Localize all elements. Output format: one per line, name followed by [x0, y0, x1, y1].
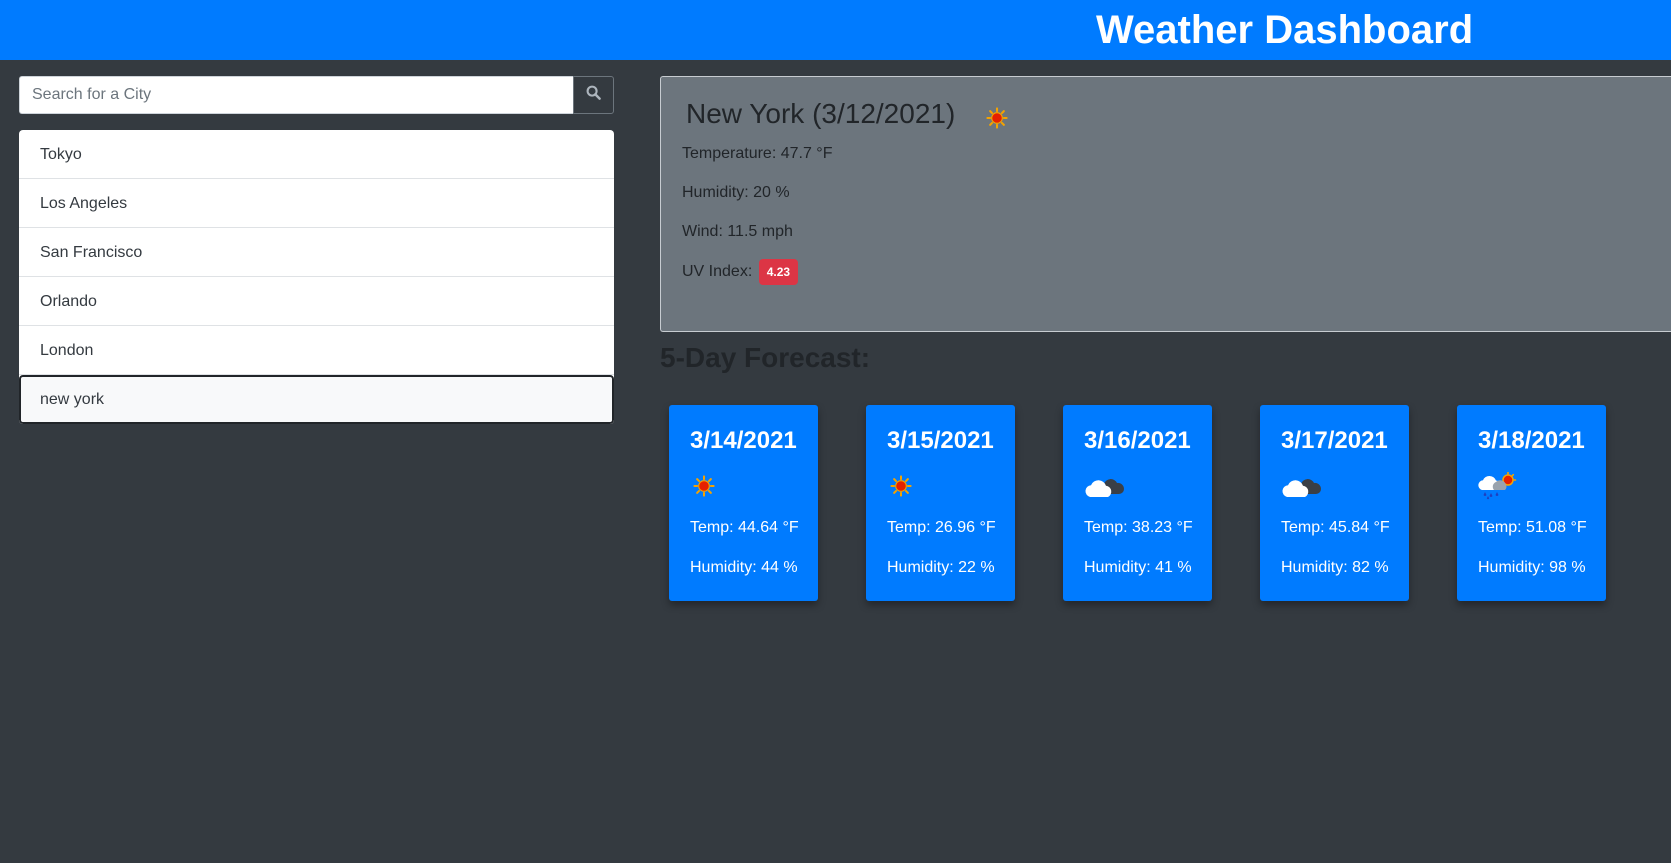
forecast-date: 3/18/2021 [1478, 427, 1585, 454]
cloud-icon [1281, 475, 1325, 504]
current-weather-card: New York (3/12/2021) Temperature: 47.7 °… [660, 76, 1671, 332]
forecast-card: 3/14/2021 Temp: 44.64 °F Humidity: 44 % [669, 405, 818, 601]
history-item-los-angeles[interactable]: Los Angeles [19, 179, 614, 228]
current-temperature: Temperature: 47.7 °F [682, 145, 833, 162]
forecast-humidity: Humidity: 98 % [1478, 559, 1586, 576]
forecast-date: 3/16/2021 [1084, 427, 1191, 454]
rain-sun-icon [1478, 471, 1518, 505]
current-city-title: New York (3/12/2021) [686, 98, 956, 129]
uv-index-label: UV Index: [682, 263, 753, 281]
app-header: Weather Dashboard [0, 0, 1671, 60]
forecast-card: 3/16/2021 Temp: 38.23 °F Humidity: 41 % [1063, 405, 1212, 601]
forecast-humidity: Humidity: 22 % [887, 559, 995, 576]
current-wind: Wind: 11.5 mph [682, 223, 793, 240]
cloud-icon [1084, 475, 1128, 504]
search-bar [19, 76, 614, 114]
search-history-list: Tokyo Los Angeles San Francisco Orlando … [19, 130, 614, 424]
history-item-san-francisco[interactable]: San Francisco [19, 228, 614, 277]
forecast-temp: Temp: 51.08 °F [1478, 519, 1587, 536]
forecast-temp: Temp: 44.64 °F [690, 519, 799, 536]
search-input[interactable] [19, 76, 573, 114]
forecast-heading: 5-Day Forecast: [660, 342, 871, 373]
sun-icon [693, 475, 715, 502]
history-item-tokyo[interactable]: Tokyo [19, 130, 614, 179]
forecast-temp: Temp: 26.96 °F [887, 519, 996, 536]
forecast-card: 3/17/2021 Temp: 45.84 °F Humidity: 82 % [1260, 405, 1409, 601]
forecast-card: 3/18/2021 Temp: 51.08 °F Humidity: 98 % [1457, 405, 1606, 601]
forecast-temp: Temp: 45.84 °F [1281, 519, 1390, 536]
forecast-date: 3/14/2021 [690, 427, 797, 454]
sun-icon [986, 107, 1008, 134]
forecast-date: 3/17/2021 [1281, 427, 1388, 454]
forecast-humidity: Humidity: 44 % [690, 559, 798, 576]
search-button[interactable] [573, 76, 614, 114]
uv-index-row: UV Index: 4.23 [682, 259, 799, 285]
forecast-humidity: Humidity: 41 % [1084, 559, 1192, 576]
forecast-date: 3/15/2021 [887, 427, 994, 454]
uv-index-badge: 4.23 [758, 259, 799, 285]
history-item-new-york[interactable]: new york [19, 375, 614, 424]
forecast-temp: Temp: 38.23 °F [1084, 519, 1193, 536]
forecast-humidity: Humidity: 82 % [1281, 559, 1389, 576]
page-title: Weather Dashboard [1096, 8, 1474, 52]
history-item-orlando[interactable]: Orlando [19, 277, 614, 326]
search-icon [586, 85, 601, 105]
sun-icon [890, 475, 912, 502]
history-item-london[interactable]: London [19, 326, 614, 375]
forecast-card: 3/15/2021 Temp: 26.96 °F Humidity: 22 % [866, 405, 1015, 601]
current-humidity: Humidity: 20 % [682, 184, 790, 201]
